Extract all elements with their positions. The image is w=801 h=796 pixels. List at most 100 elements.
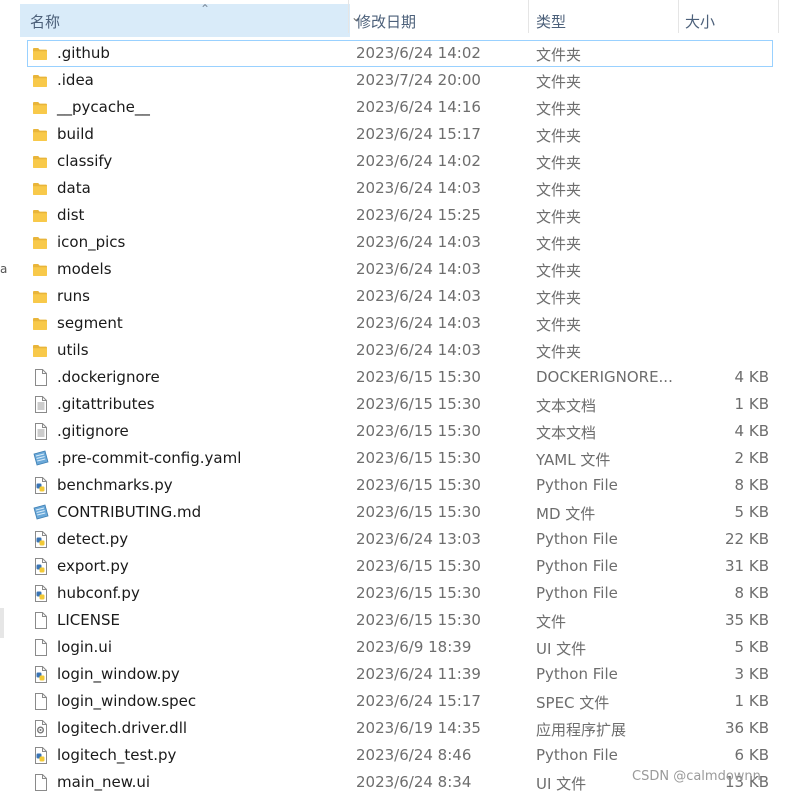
folder-icon [32, 314, 50, 333]
file-size: 22 KB [725, 530, 769, 548]
file-row[interactable]: login.ui 2023/6/9 18:39 UI 文件 5 KB [0, 634, 801, 661]
file-type: SPEC 文件 [536, 694, 610, 712]
file-size: 31 KB [725, 557, 769, 575]
column-header-size[interactable]: 大小 [679, 4, 779, 37]
file-name: data [57, 179, 91, 197]
file-date: 2023/6/15 15:30 [356, 476, 481, 494]
column-header-size-label: 大小 [685, 13, 716, 31]
file-row[interactable]: .idea 2023/7/24 20:00 文件夹 [0, 67, 801, 94]
file-name: .gitignore [57, 422, 129, 440]
file-row[interactable]: data 2023/6/24 14:03 文件夹 [0, 175, 801, 202]
file-row[interactable]: runs 2023/6/24 14:03 文件夹 [0, 283, 801, 310]
file-size: 1 KB [734, 692, 769, 710]
file-row[interactable]: classify 2023/6/24 14:02 文件夹 [0, 148, 801, 175]
file-size: 36 KB [725, 719, 769, 737]
file-type: Python File [536, 584, 618, 602]
python-file-icon [32, 557, 50, 576]
file-row[interactable]: export.py 2023/6/15 15:30 Python File 31 KB [0, 553, 801, 580]
file-type: MD 文件 [536, 505, 596, 523]
file-row[interactable]: login_window.spec 2023/6/24 15:17 SPEC 文件 1… [0, 688, 801, 715]
left-edge-fragment: a [0, 262, 8, 276]
file-row[interactable]: logitech_test.py 2023/6/24 8:46 Python Fil… [0, 742, 801, 769]
file-row[interactable]: models 2023/6/24 14:03 文件夹 [0, 256, 801, 283]
file-date: 2023/6/24 14:03 [356, 179, 481, 197]
file-type: Python File [536, 530, 618, 548]
file-row[interactable]: __pycache__ 2023/6/24 14:16 文件夹 [0, 94, 801, 121]
file-type: 文本文档 [536, 397, 597, 415]
file-type: 文件夹 [536, 289, 582, 307]
file-date: 2023/6/9 18:39 [356, 638, 472, 656]
file-name: detect.py [57, 530, 129, 548]
file-row[interactable]: CONTRIBUTING.md 2023/6/15 15:30 MD 文件 5 KB [0, 499, 801, 526]
file-date: 2023/6/24 14:03 [356, 260, 481, 278]
python-file-icon [32, 665, 50, 684]
file-type: 文件夹 [536, 262, 582, 280]
file-row[interactable]: .gitattributes 2023/6/15 15:30 文本文档 1 KB [0, 391, 801, 418]
file-size: 1 KB [734, 395, 769, 413]
file-type: 文件 [536, 613, 567, 631]
left-pane-edge [0, 608, 4, 638]
file-row[interactable]: hubconf.py 2023/6/15 15:30 Python File 8 KB [0, 580, 801, 607]
file-date: 2023/6/24 15:17 [356, 692, 481, 710]
folder-icon [32, 233, 50, 252]
text-file-icon [32, 395, 50, 414]
folder-icon [32, 179, 50, 198]
file-date: 2023/6/15 15:30 [356, 422, 481, 440]
file-size: 4 KB [734, 368, 769, 386]
file-type: 应用程序扩展 [536, 721, 627, 739]
file-type: 文件夹 [536, 73, 582, 91]
blank-file-icon [32, 692, 50, 711]
column-header-date-label: 修改日期 [356, 13, 417, 31]
file-row[interactable]: dist 2023/6/24 15:25 文件夹 [0, 202, 801, 229]
watermark: CSDN @calmdownn [632, 769, 761, 784]
file-size: 8 KB [734, 584, 769, 602]
file-size: 6 KB [734, 746, 769, 764]
file-row[interactable]: build 2023/6/24 15:17 文件夹 [0, 121, 801, 148]
file-date: 2023/6/24 15:17 [356, 125, 481, 143]
file-row[interactable]: .github 2023/6/24 14:02 文件夹 [0, 40, 801, 67]
file-type: 文件夹 [536, 46, 582, 64]
file-row[interactable]: utils 2023/6/24 14:03 文件夹 [0, 337, 801, 364]
file-date: 2023/6/24 13:03 [356, 530, 481, 548]
file-row[interactable]: segment 2023/6/24 14:03 文件夹 [0, 310, 801, 337]
column-header-name-label: 名称 [30, 13, 61, 31]
column-header-date[interactable]: 修改日期 [350, 4, 528, 37]
file-date: 2023/7/24 20:00 [356, 71, 481, 89]
column-header-type[interactable]: 类型 [529, 4, 678, 37]
file-date: 2023/6/15 15:30 [356, 395, 481, 413]
file-name: main_new.ui [57, 773, 151, 791]
file-name: CONTRIBUTING.md [57, 503, 202, 521]
file-size: 2 KB [734, 449, 769, 467]
column-separator[interactable] [778, 0, 779, 33]
folder-icon [32, 206, 50, 225]
file-name: LICENSE [57, 611, 120, 629]
file-date: 2023/6/24 14:03 [356, 341, 481, 359]
file-type: DOCKERIGNORE... [536, 368, 673, 386]
file-row[interactable]: login_window.py 2023/6/24 11:39 Python Fil… [0, 661, 801, 688]
file-date: 2023/6/24 14:03 [356, 287, 481, 305]
file-name: .dockerignore [57, 368, 160, 386]
file-date: 2023/6/15 15:30 [356, 584, 481, 602]
column-separator[interactable] [348, 0, 349, 33]
file-date: 2023/6/19 14:35 [356, 719, 481, 737]
file-row[interactable]: detect.py 2023/6/24 13:03 Python File 22 KB [0, 526, 801, 553]
python-file-icon [32, 746, 50, 765]
file-name: icon_pics [57, 233, 126, 251]
sort-ascending-icon: ⌃ [200, 2, 211, 16]
file-name: build [57, 125, 94, 143]
file-row[interactable]: icon_pics 2023/6/24 14:03 文件夹 [0, 229, 801, 256]
file-row[interactable]: logitech.driver.dll 2023/6/19 14:35 应用程序扩展… [0, 715, 801, 742]
file-name: segment [57, 314, 123, 332]
file-row[interactable]: benchmarks.py 2023/6/15 15:30 Python File 8… [0, 472, 801, 499]
file-type: Python File [536, 476, 618, 494]
file-type: 文件夹 [536, 343, 582, 361]
file-name: login_window.py [57, 665, 180, 683]
file-row[interactable]: .pre-commit-config.yaml 2023/6/15 15:30 YA… [0, 445, 801, 472]
file-row[interactable]: .dockerignore 2023/6/15 15:30 DOCKERIGNORE… [0, 364, 801, 391]
file-row[interactable]: .gitignore 2023/6/15 15:30 文本文档 4 KB [0, 418, 801, 445]
column-header-name[interactable]: 名称 ⌃ ⌄ [20, 2, 361, 37]
file-type: Python File [536, 746, 618, 764]
text-file-icon [32, 422, 50, 441]
file-row[interactable]: LICENSE 2023/6/15 15:30 文件 35 KB [0, 607, 801, 634]
blank-file-icon [32, 638, 50, 657]
